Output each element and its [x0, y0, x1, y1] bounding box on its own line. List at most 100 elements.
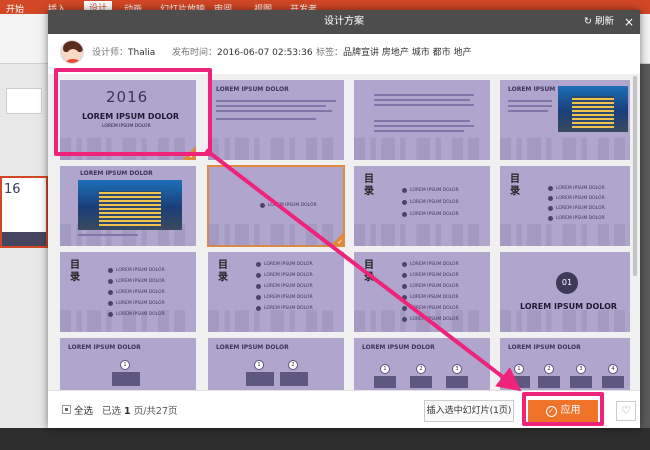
step-circle: 4: [608, 364, 618, 374]
text-line: [374, 125, 474, 127]
bullet-icon: [402, 317, 407, 322]
text-line: [374, 94, 474, 96]
slide-thumbnail[interactable]: [6, 88, 42, 114]
toc-title: 目录: [510, 174, 520, 197]
toc-item: LOREM IPSUM DOLOR: [264, 295, 313, 300]
text-line: [216, 105, 326, 107]
toc-item: LOREM IPSUM DOLOR: [556, 186, 605, 191]
designer-label: 设计师：: [92, 48, 129, 58]
slide-card-15[interactable]: LOREM IPSUM DOLOR 1 2 3: [354, 338, 490, 390]
avatar-body: [64, 59, 82, 63]
insert-selected-button[interactable]: 插入选中幻灯片(1页): [424, 400, 514, 422]
text-line: [374, 120, 470, 122]
close-button[interactable]: ×: [624, 10, 634, 34]
select-all-checkbox[interactable]: [62, 405, 71, 414]
slide-card-10[interactable]: 目录 LOREM IPSUM DOLOR LOREM IPSUM DOLOR L…: [208, 252, 344, 332]
toc-item: LOREM IPSUM DOLOR: [410, 200, 459, 205]
app-scrollbar[interactable]: [640, 64, 650, 428]
slide-card-4[interactable]: LOREM IPSUM DOLOR: [500, 80, 636, 160]
step-circle: 2: [416, 364, 426, 374]
city-silhouette: [208, 138, 344, 160]
slide-card-7[interactable]: 目录 LOREM IPSUM DOLOR LOREM IPSUM DOLOR L…: [354, 166, 490, 246]
slide-card-14[interactable]: LOREM IPSUM DOLOR 1 2: [208, 338, 344, 390]
slide-card-12[interactable]: 01 LOREM IPSUM DOLOR: [500, 252, 636, 332]
dialog-title: 设计方案: [324, 16, 364, 27]
slide-card-16[interactable]: LOREM IPSUM DOLOR 1 2 3 4: [500, 338, 636, 390]
step-circle: 1: [380, 364, 390, 374]
highlight-box-slide: [54, 68, 212, 156]
selection-number: 1: [124, 406, 131, 417]
city-silhouette: [208, 310, 344, 332]
bullet-icon: [256, 306, 261, 311]
text-line: [78, 234, 138, 236]
slide-card-8[interactable]: 目录 LOREM IPSUM DOLOR LOREM IPSUM DOLOR L…: [500, 166, 636, 246]
text-line: [374, 99, 470, 101]
step-box: [280, 372, 308, 386]
slide-card-13[interactable]: LOREM IPSUM DOLOR 1: [60, 338, 196, 390]
select-all-label[interactable]: 全选: [74, 403, 93, 417]
slide-thumbnail-selected[interactable]: 16: [0, 176, 48, 248]
bullet-icon: [108, 301, 113, 306]
toc-title: 目录: [364, 174, 374, 197]
bullet-icon: [402, 200, 407, 205]
text-line: [216, 110, 332, 112]
slide-heading: LOREM IPSUM DOLOR: [80, 170, 153, 177]
slide-card-2[interactable]: LOREM IPSUM DOLOR: [208, 80, 344, 160]
bullet-icon: [402, 284, 407, 289]
toc-item: LOREM IPSUM DOLOR: [556, 196, 605, 201]
step-circle: 3: [452, 364, 462, 374]
section-number: 01: [556, 272, 578, 294]
toc-item: LOREM IPSUM DOLOR: [116, 268, 165, 273]
step-box: [410, 376, 432, 388]
selection-prefix: 已选: [102, 406, 122, 417]
refresh-button[interactable]: ↻ 刷新: [584, 10, 614, 34]
step-circle: 2: [544, 364, 554, 374]
avatar: [60, 40, 84, 64]
bullet-icon: [108, 290, 113, 295]
slide-card-6[interactable]: LOREM IPSUM DOLOR ✓: [207, 165, 345, 247]
step-circle: 1: [254, 360, 264, 370]
text-line: [508, 110, 548, 112]
bullet-icon: [548, 206, 553, 211]
step-box: [446, 376, 468, 388]
toc-item: LOREM IPSUM DOLOR: [116, 290, 165, 295]
slide-thumbnail-pane: 16: [0, 64, 48, 450]
toc-item: LOREM IPSUM DOLOR: [556, 206, 605, 211]
publish-info: 发布时间：2016-06-07 02:53:36: [172, 45, 313, 58]
slide-card-9[interactable]: 目录 LOREM IPSUM DOLOR LOREM IPSUM DOLOR L…: [60, 252, 196, 332]
step-circle: 1: [120, 360, 130, 370]
publish-time: 2016-06-07 02:53:36: [217, 48, 313, 58]
bullet-icon: [256, 284, 261, 289]
tags-label: 标签：: [316, 48, 344, 58]
toc-item: LOREM IPSUM DOLOR: [410, 262, 459, 267]
toc-item: LOREM IPSUM DOLOR: [410, 284, 459, 289]
step-box: [246, 372, 274, 386]
toc-item: LOREM IPSUM DOLOR: [410, 212, 459, 217]
toc-item: LOREM IPSUM DOLOR: [410, 273, 459, 278]
text-line: [216, 100, 336, 102]
step-circle: 3: [576, 364, 586, 374]
toc-item: LOREM IPSUM DOLOR: [116, 279, 165, 284]
slide-card-5[interactable]: LOREM IPSUM DOLOR: [60, 166, 196, 246]
bullet-icon: [402, 306, 407, 311]
city-silhouette: [2, 232, 46, 246]
bullet-icon: [402, 212, 407, 217]
bullet-icon: [108, 312, 113, 317]
refresh-label: 刷新: [594, 16, 614, 27]
bullet-icon: [108, 279, 113, 284]
check-icon: ✓: [337, 238, 343, 246]
tags-info: 标签：品牌宣讲 房地产 城市 都市 地产: [316, 45, 471, 58]
favorite-button[interactable]: ♡: [616, 401, 636, 421]
grid-scrollbar-thumb[interactable]: [633, 76, 637, 276]
dialog-titlebar: 设计方案: [48, 10, 640, 34]
text-line: [508, 105, 552, 107]
toc-item: LOREM IPSUM DOLOR: [410, 188, 459, 193]
step-box: [538, 376, 560, 388]
slide-card-3[interactable]: [354, 80, 490, 160]
toc-item: LOREM IPSUM DOLOR: [268, 203, 317, 208]
toc-item: LOREM IPSUM DOLOR: [410, 317, 459, 322]
toc-item: LOREM IPSUM DOLOR: [264, 273, 313, 278]
bullet-icon: [548, 196, 553, 201]
text-line: [374, 104, 474, 106]
slide-card-11[interactable]: 目录 LOREM IPSUM DOLOR LOREM IPSUM DOLOR L…: [354, 252, 490, 332]
